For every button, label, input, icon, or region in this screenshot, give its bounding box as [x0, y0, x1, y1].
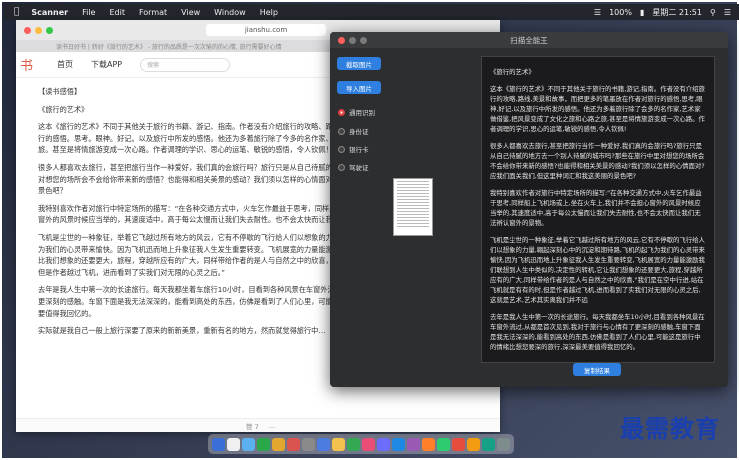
- result-paragraph: 《旅行的艺术》: [490, 68, 535, 76]
- dock-app-icon[interactable]: [392, 437, 405, 451]
- menu-list-icon[interactable]: ☰: [724, 8, 731, 17]
- dock-app-icon[interactable]: [257, 437, 270, 451]
- zoom-icon[interactable]: [46, 26, 53, 34]
- site-logo[interactable]: 书: [20, 55, 33, 74]
- mode-id-card[interactable]: 身份证: [338, 126, 369, 136]
- dock-app-icon[interactable]: [242, 437, 255, 451]
- mode-label: 通用识别: [349, 109, 375, 117]
- dock-app-icon[interactable]: [467, 437, 480, 451]
- dock-app-icon[interactable]: [407, 437, 420, 451]
- scan-thumbnail[interactable]: [393, 178, 433, 236]
- scanner-window: 扫描全能王 截取图片 导入图片 通用识别 身份证 银行卡 驾驶证 《旅行的艺术》…: [330, 32, 728, 387]
- nav-download-app[interactable]: 下载APP: [91, 59, 122, 70]
- mode-label: 身份证: [349, 128, 369, 136]
- site-search-input[interactable]: 搜索: [140, 57, 231, 72]
- menu-bar:  Scanner File Edit Format View Window H…: [4, 4, 739, 20]
- scanner-title: 扫描全能王: [510, 35, 548, 45]
- dock-app-icon[interactable]: [422, 437, 435, 451]
- dock-app-icon[interactable]: [452, 437, 465, 451]
- battery-icon[interactable]: ▮: [640, 8, 644, 17]
- dock-app-icon[interactable]: [287, 437, 300, 451]
- result-paragraph: 很多人都喜欢去旅行,甚至把旅行当作一种爱好,我们真的会旅行吗?旅行只是从自己待腻…: [490, 142, 705, 180]
- result-paragraph: 这本《旅行的艺术》不同于其他关于旅行的书籍,游记,指南。作者没有介绍旅行的攻略,…: [490, 85, 705, 133]
- mode-label: 银行卡: [349, 146, 369, 154]
- menu-view[interactable]: View: [181, 8, 200, 17]
- radio-selected-icon: [338, 108, 345, 116]
- dock-app-icon[interactable]: [362, 437, 375, 451]
- dock-app-icon[interactable]: [497, 437, 510, 451]
- dock-app-icon[interactable]: [482, 437, 495, 451]
- dock-app-icon[interactable]: [212, 437, 225, 451]
- result-paragraph: 去年是我人生中第一次的长途旅行。每天我都坐车10小时,目看到各种风景在车窗外流过…: [490, 313, 705, 351]
- dock-app-icon[interactable]: [347, 437, 360, 451]
- article-footer: 赞 7 …: [16, 418, 500, 432]
- radio-icon: [338, 127, 345, 135]
- scanner-titlebar: 扫描全能王: [330, 32, 728, 48]
- menu-format[interactable]: Format: [139, 8, 167, 17]
- watermark-text: 最需教育: [620, 414, 720, 443]
- dock-app-icon[interactable]: [317, 437, 330, 451]
- wifi-icon[interactable]: ☰: [594, 8, 601, 17]
- menu-window[interactable]: Window: [214, 8, 246, 17]
- like-button[interactable]: 赞 7: [246, 421, 259, 431]
- dock-app-icon[interactable]: [227, 437, 240, 451]
- capture-image-button[interactable]: 截取图片: [337, 57, 381, 70]
- menu-file[interactable]: File: [82, 8, 95, 17]
- dock-app-icon[interactable]: [302, 437, 315, 451]
- result-paragraph: 我特别喜欢作者对旅行中特定场所的描写:"在各种交通方式中,火车乞作最益于思考,同…: [490, 189, 702, 227]
- more-button[interactable]: …: [269, 422, 276, 430]
- close-icon[interactable]: [24, 26, 31, 34]
- mode-bank-card[interactable]: 银行卡: [338, 144, 369, 154]
- copy-result-button[interactable]: 复制结果: [573, 363, 621, 376]
- dock-app-icon[interactable]: [377, 437, 390, 451]
- search-icon[interactable]: ⚲: [710, 8, 716, 17]
- radio-icon: [338, 163, 345, 171]
- desktop:  Scanner File Edit Format View Window H…: [0, 0, 739, 460]
- apple-icon[interactable]: : [14, 7, 19, 17]
- clock-text[interactable]: 星期二 21:51: [652, 7, 702, 18]
- dock-app-icon[interactable]: [437, 437, 450, 451]
- mode-driver-license[interactable]: 驾驶证: [338, 162, 369, 172]
- status-area: ☰ 100% ▮ 星期二 21:51 ⚲ ☰: [594, 4, 731, 20]
- import-image-button[interactable]: 导入图片: [337, 81, 381, 94]
- url-bar[interactable]: jianshu.com: [206, 24, 326, 36]
- result-paragraph: 飞机是尘世的一种象征,举着它飞越过所有地方的风云,它有不停歇的飞行给人们以想象的…: [490, 236, 705, 304]
- dock: [208, 434, 514, 454]
- menu-app-name[interactable]: Scanner: [31, 8, 68, 17]
- radio-icon: [338, 145, 345, 153]
- mode-general[interactable]: 通用识别: [338, 107, 375, 117]
- menu-help[interactable]: Help: [260, 8, 278, 17]
- battery-text: 100%: [609, 7, 632, 17]
- menu-edit[interactable]: Edit: [109, 8, 125, 17]
- dock-app-icon[interactable]: [272, 437, 285, 451]
- ocr-result-text[interactable]: 《旅行的艺术》 这本《旅行的艺术》不同于其他关于旅行的书籍,游记,指南。作者没有…: [481, 56, 715, 363]
- minimize-icon[interactable]: [35, 26, 42, 34]
- mode-label: 驾驶证: [349, 164, 369, 172]
- nav-home[interactable]: 首页: [57, 59, 73, 70]
- dock-app-icon[interactable]: [332, 437, 345, 451]
